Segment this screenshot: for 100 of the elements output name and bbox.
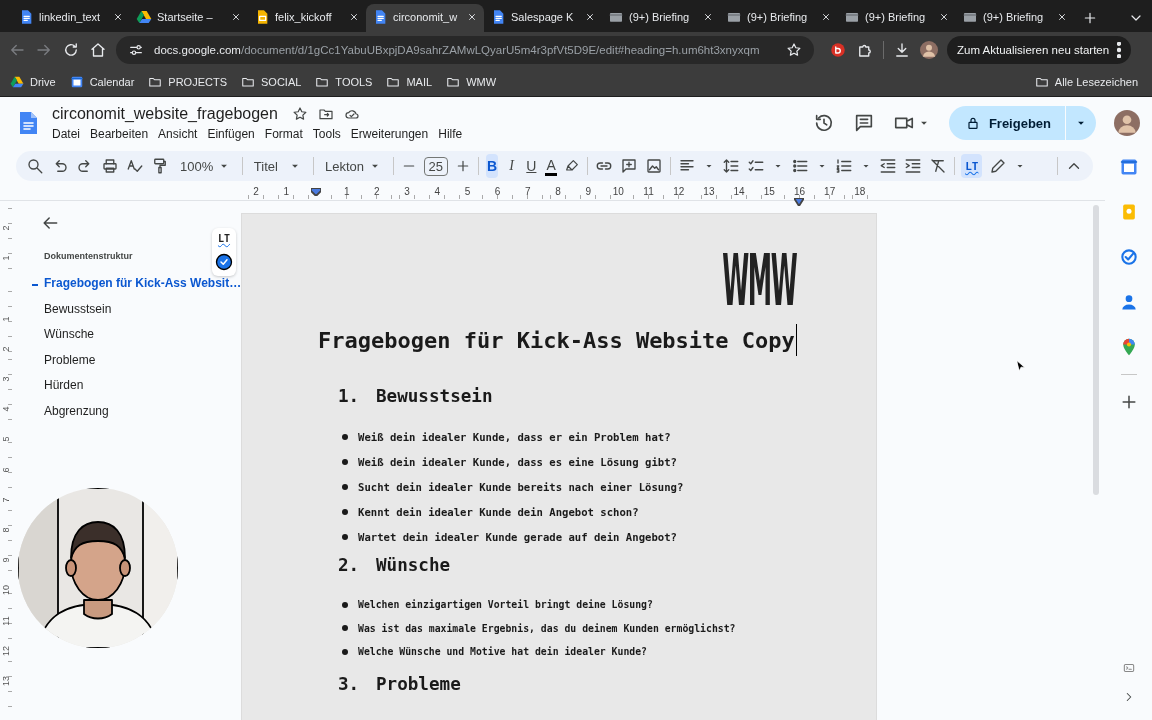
menu-item[interactable]: Ansicht bbox=[158, 127, 198, 141]
spellcheck-icon[interactable] bbox=[126, 157, 144, 175]
menu-item[interactable]: Format bbox=[264, 127, 303, 141]
star-icon[interactable] bbox=[786, 42, 802, 58]
outline-item[interactable]: Wünsche bbox=[44, 322, 241, 348]
menu-item[interactable]: Erweiterungen bbox=[350, 127, 429, 141]
font-size-field[interactable]: 25 bbox=[423, 156, 449, 176]
mouse-pointer-icon bbox=[1014, 358, 1028, 374]
extension-icon[interactable] bbox=[829, 41, 847, 59]
outline-heading: Dokumentenstruktur bbox=[44, 251, 134, 261]
grammar-widget[interactable]: LT bbox=[212, 228, 236, 276]
comment-plus-icon[interactable] bbox=[620, 157, 638, 175]
section-heading: Probleme bbox=[376, 673, 461, 694]
download-icon[interactable] bbox=[893, 41, 911, 59]
document-title[interactable]: circonomit_website_fragebogen bbox=[52, 105, 278, 123]
browser-tab[interactable]: (9+) Briefing bbox=[838, 4, 956, 32]
browser-tab[interactable]: linkedin_text bbox=[12, 4, 130, 32]
folder-icon bbox=[386, 75, 401, 89]
close-icon[interactable] bbox=[230, 11, 242, 23]
menu-item[interactable]: Bearbeiten bbox=[90, 127, 149, 141]
calendar-icon[interactable] bbox=[1118, 157, 1139, 177]
outdent-icon[interactable] bbox=[878, 157, 897, 175]
panel-icon[interactable] bbox=[1121, 661, 1136, 675]
line-spacing-icon[interactable] bbox=[721, 157, 740, 175]
browser-tab[interactable]: Startseite – bbox=[130, 4, 248, 32]
logo: WMW bbox=[721, 250, 796, 310]
site-settings-icon[interactable] bbox=[128, 42, 144, 58]
avatar[interactable] bbox=[1114, 110, 1140, 136]
bookmark[interactable]: Drive bbox=[10, 75, 56, 89]
indent-marker-icon[interactable] bbox=[311, 187, 322, 196]
outline-item[interactable]: Hürden bbox=[44, 373, 241, 399]
check-circle-icon[interactable] bbox=[1118, 247, 1139, 267]
menu-item[interactable]: Datei bbox=[52, 127, 80, 141]
bullet-text: Welche Wünsche und Motive hat dein idealer Kunde? bbox=[358, 646, 647, 658]
close-icon[interactable] bbox=[1056, 11, 1068, 23]
close-icon[interactable] bbox=[584, 11, 596, 23]
folder-move-icon[interactable] bbox=[317, 106, 334, 122]
folder-icon bbox=[241, 75, 255, 89]
underline-button[interactable]: U bbox=[525, 154, 538, 178]
bookmark[interactable]: MAIL bbox=[386, 75, 433, 89]
close-icon[interactable] bbox=[466, 11, 478, 23]
bullet-icon bbox=[342, 508, 348, 515]
new-tab-icon[interactable] bbox=[1082, 10, 1098, 26]
bookmark[interactable]: WMW bbox=[446, 75, 497, 89]
search-icon[interactable] bbox=[26, 157, 44, 175]
image-icon[interactable] bbox=[645, 157, 663, 175]
avatar[interactable] bbox=[920, 41, 938, 59]
menu-item[interactable]: Einfügen bbox=[207, 127, 255, 141]
calendar-icon bbox=[69, 75, 84, 89]
browser-tab[interactable]: (9+) Briefing bbox=[720, 4, 838, 32]
highlighter-icon[interactable] bbox=[564, 158, 581, 174]
browser-tab[interactable]: circonomit_w bbox=[366, 4, 484, 32]
outline-item[interactable]: Bewusstsein bbox=[44, 296, 241, 322]
bullet-text: Was ist das maximale Ergebnis, das du deinem Kunden ermöglichst? bbox=[358, 622, 736, 634]
reload-icon[interactable] bbox=[62, 41, 80, 59]
paint-roller-icon[interactable] bbox=[151, 157, 169, 175]
bookmark[interactable]: PROJECTS bbox=[148, 75, 227, 89]
style-dropdown[interactable]: Titel bbox=[249, 154, 307, 178]
menu-item[interactable]: Hilfe bbox=[438, 127, 463, 141]
bookmark[interactable]: Alle Lesezeichen bbox=[1034, 75, 1138, 89]
more-icon bbox=[1117, 42, 1122, 58]
bookmark[interactable]: Calendar bbox=[69, 75, 135, 89]
italic-button[interactable]: I bbox=[505, 154, 518, 178]
numbered-list-icon[interactable] bbox=[834, 157, 853, 175]
font-dropdown[interactable]: Lekton bbox=[320, 154, 386, 178]
folder-icon bbox=[315, 75, 330, 89]
triangle-icon bbox=[136, 9, 152, 25]
home-icon[interactable] bbox=[89, 41, 107, 59]
bulleted-list-icon[interactable] bbox=[790, 157, 809, 175]
bold-button[interactable]: B bbox=[485, 154, 499, 178]
browser-tab[interactable]: (9+) Briefing bbox=[602, 4, 720, 32]
browser-tab[interactable]: felix_kickoff bbox=[248, 4, 366, 32]
section-heading: Wünsche bbox=[376, 555, 451, 575]
close-icon[interactable] bbox=[820, 11, 832, 23]
list-number: 2. bbox=[338, 555, 361, 575]
close-icon[interactable] bbox=[702, 11, 714, 23]
update-button[interactable]: Zum Aktualisieren neu starten bbox=[947, 36, 1132, 64]
print-icon[interactable] bbox=[101, 157, 119, 175]
bullet-text: Sucht dein idealer Kunde bereits nach einer Lösung? bbox=[358, 480, 684, 493]
bookmark[interactable]: SOCIAL bbox=[241, 75, 302, 89]
outline-item[interactable]: Abgrenzung bbox=[44, 398, 241, 424]
indent-icon[interactable] bbox=[903, 157, 922, 175]
menu-item[interactable]: Tools bbox=[312, 127, 341, 141]
browser-tab[interactable]: (9+) Briefing bbox=[956, 4, 1074, 32]
grammar-check-button[interactable]: LT bbox=[961, 154, 983, 178]
text-cursor bbox=[795, 324, 796, 356]
close-icon[interactable] bbox=[348, 11, 360, 23]
folder-icon bbox=[1034, 75, 1049, 89]
star-icon[interactable] bbox=[291, 106, 308, 122]
zoom-dropdown[interactable]: 100% bbox=[176, 154, 236, 178]
address-field[interactable]: docs.google.com/document/d/1gCc1YabuUBxpjDA9sahrZAMwLQyarU5m4r3pfVt5D9E/edit#heading=h.um6ht3xnyxqm bbox=[116, 36, 814, 64]
outline-item[interactable]: Probleme bbox=[44, 347, 241, 373]
bullet-text: Weiß dein idealer Kunde, dass er ein Problem hat? bbox=[358, 430, 671, 443]
bullet-icon bbox=[342, 625, 348, 632]
close-icon[interactable] bbox=[938, 11, 950, 23]
close-icon[interactable] bbox=[112, 11, 124, 23]
bookmark[interactable]: TOOLS bbox=[315, 75, 373, 89]
bullet-text: Weiß dein idealer Kunde, dass es eine Lösung gibt? bbox=[358, 455, 677, 468]
text-color-button[interactable]: A bbox=[544, 156, 558, 176]
browser-tab[interactable]: Salespage K bbox=[484, 4, 602, 32]
